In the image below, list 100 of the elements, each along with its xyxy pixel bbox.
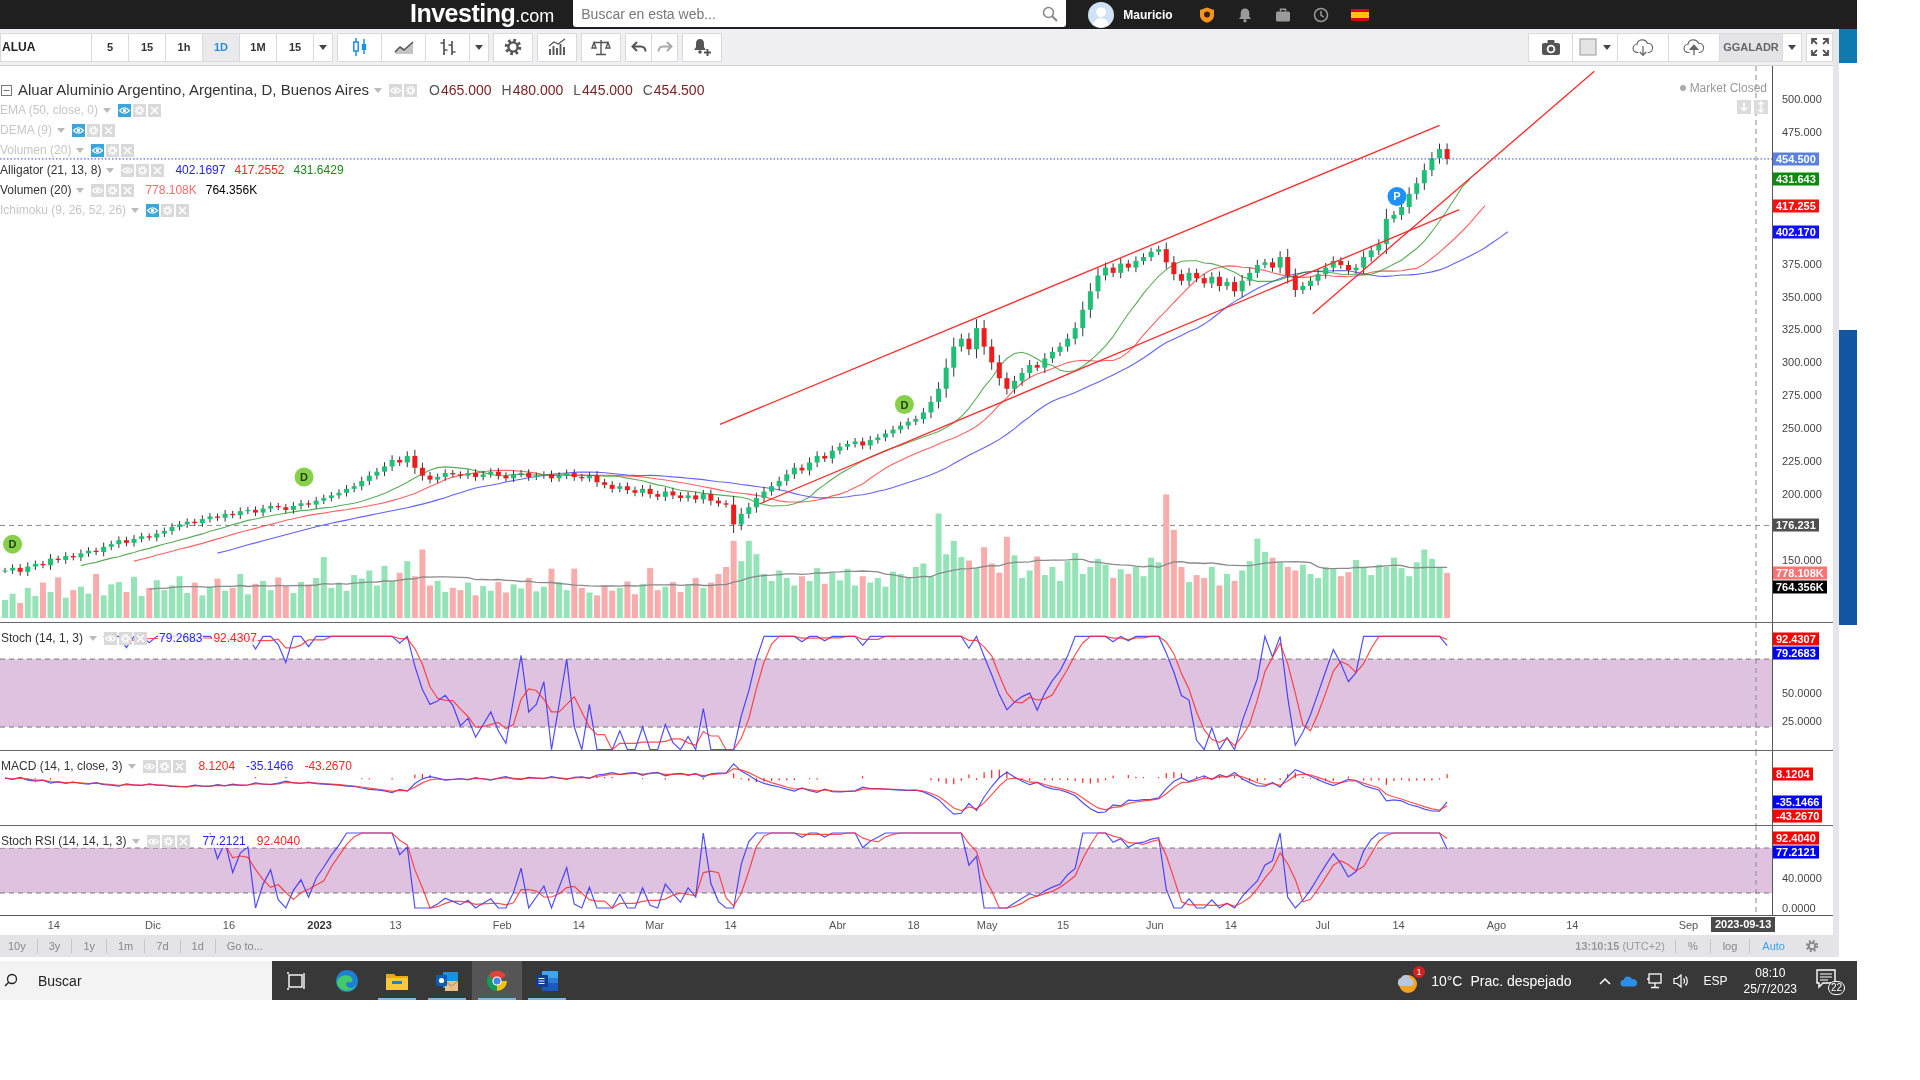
cloud-download-button[interactable] xyxy=(1617,32,1669,62)
eye-icon[interactable] xyxy=(72,123,85,137)
fullscreen-button[interactable] xyxy=(1806,32,1833,62)
interval-tab[interactable]: 1M xyxy=(239,32,277,62)
clock-icon[interactable] xyxy=(1312,6,1329,23)
compare-menu-button[interactable] xyxy=(1782,32,1802,62)
eye-icon[interactable] xyxy=(147,834,161,848)
close-icon[interactable] xyxy=(177,834,191,848)
gear-icon[interactable] xyxy=(119,631,133,645)
date-label: May xyxy=(976,919,998,932)
close-icon[interactable] xyxy=(151,163,165,177)
line-chart-button[interactable] xyxy=(381,32,426,62)
caret-icon[interactable] xyxy=(374,87,383,93)
caret-icon[interactable] xyxy=(76,187,85,193)
interval-tab[interactable]: 1h xyxy=(165,32,203,62)
caret-icon[interactable] xyxy=(57,127,65,133)
caret-icon[interactable] xyxy=(132,838,141,844)
compare-symbol-button[interactable]: GGALADR xyxy=(1719,32,1783,62)
date-label: 13 xyxy=(389,919,402,932)
clock-time[interactable]: 08:10 xyxy=(1755,964,1786,981)
search-field[interactable]: Buscar en esta web... xyxy=(573,0,1067,27)
gear-icon[interactable] xyxy=(106,143,120,157)
date-label: 14 xyxy=(1566,919,1579,932)
close-icon[interactable] xyxy=(176,203,190,217)
compare-button[interactable] xyxy=(581,32,621,62)
caret-icon[interactable] xyxy=(106,167,115,173)
cloud-upload-button[interactable] xyxy=(1668,32,1720,62)
gear-icon[interactable] xyxy=(158,759,172,773)
bell-icon[interactable] xyxy=(1236,6,1253,23)
search-icon xyxy=(4,973,18,987)
interval-menu-button[interactable] xyxy=(313,32,333,62)
briefcase-icon[interactable] xyxy=(1274,6,1291,23)
value-tag: -43.2670 xyxy=(1773,809,1823,823)
gear-icon[interactable] xyxy=(161,203,175,217)
chart-style-menu-button[interactable] xyxy=(469,32,489,62)
shield-icon[interactable] xyxy=(1198,6,1215,23)
task-view-icon xyxy=(286,969,308,992)
weather-text[interactable]: Prac. despejado xyxy=(1470,972,1572,989)
temperature-text[interactable]: 10°C xyxy=(1431,972,1463,989)
caret-icon[interactable] xyxy=(131,207,140,213)
gear-icon[interactable] xyxy=(1805,939,1819,953)
eye-icon[interactable] xyxy=(121,163,135,177)
symbol-field[interactable]: ALUA xyxy=(0,32,92,62)
indicator-name[interactable]: Alligator (21, 13, 8) xyxy=(0,163,102,177)
eye-icon[interactable] xyxy=(118,103,132,117)
alert-button[interactable] xyxy=(682,32,722,62)
eye-icon[interactable] xyxy=(143,759,157,773)
clock-date[interactable]: 25/7/2023 xyxy=(1743,980,1797,997)
settings-button[interactable] xyxy=(493,32,533,62)
close-icon[interactable] xyxy=(102,123,115,137)
interval-tab[interactable]: 15 xyxy=(276,32,314,62)
caret-icon[interactable] xyxy=(128,763,137,769)
date-label: 18 xyxy=(907,919,920,932)
flag-icon[interactable] xyxy=(1350,8,1369,21)
eye-icon[interactable] xyxy=(389,83,403,97)
screenshot-button[interactable] xyxy=(1528,32,1573,62)
gear-icon[interactable] xyxy=(106,183,120,197)
swirl-icon xyxy=(335,968,359,993)
eye-icon[interactable] xyxy=(104,631,118,645)
indicator-name[interactable]: Stoch (14, 1, 3) xyxy=(0,631,85,645)
speaker-icon[interactable] xyxy=(1671,971,1690,990)
gear-icon[interactable] xyxy=(87,123,100,137)
interval-tab[interactable]: 5 xyxy=(91,32,129,62)
user-name[interactable]: Mauricio xyxy=(1123,7,1173,22)
close-icon[interactable] xyxy=(148,103,162,117)
eye-icon[interactable] xyxy=(146,203,160,217)
event-marker[interactable]: P xyxy=(1387,186,1407,206)
eye-icon[interactable] xyxy=(91,183,105,197)
gear-icon[interactable] xyxy=(133,103,147,117)
caret-icon[interactable] xyxy=(76,147,85,153)
event-marker[interactable]: D xyxy=(294,467,314,487)
eye-icon[interactable] xyxy=(91,143,105,157)
avatar-icon[interactable] xyxy=(1088,1,1115,28)
close-icon[interactable] xyxy=(121,183,135,197)
event-marker[interactable]: D xyxy=(3,534,23,554)
undo-button[interactable] xyxy=(625,32,652,62)
indicators-button[interactable] xyxy=(537,32,577,62)
gear-icon[interactable] xyxy=(404,83,418,97)
status-dot-icon xyxy=(1679,85,1686,91)
close-icon[interactable] xyxy=(173,759,187,773)
close-icon[interactable] xyxy=(134,631,148,645)
taskbar-app-button[interactable] xyxy=(472,961,522,1000)
language-indicator[interactable]: ESP xyxy=(1703,973,1728,988)
date-label: 14 xyxy=(724,919,737,932)
collapse-icon[interactable] xyxy=(1,84,12,96)
gear-icon[interactable] xyxy=(136,163,150,177)
indicator-name[interactable]: Stoch RSI (14, 14, 1, 3) xyxy=(0,834,128,848)
indicator-name[interactable]: Volumen (20) xyxy=(0,183,72,197)
site-logo[interactable]: Investing.com xyxy=(410,0,555,31)
up-down-arrow-icon[interactable] xyxy=(1754,100,1768,114)
caret-icon[interactable] xyxy=(89,635,98,641)
indicator-name[interactable]: MACD (14, 1, close, 3) xyxy=(0,759,124,773)
close-icon[interactable] xyxy=(121,143,135,157)
interval-tab[interactable]: 15 xyxy=(128,32,166,62)
ohlc-bars-button[interactable] xyxy=(425,32,470,62)
event-marker[interactable]: D xyxy=(894,395,914,415)
caret-icon[interactable] xyxy=(103,107,112,113)
gear-icon[interactable] xyxy=(162,834,176,848)
search-field[interactable]: Buscar xyxy=(0,961,272,1000)
network-icon[interactable] xyxy=(1645,971,1664,990)
